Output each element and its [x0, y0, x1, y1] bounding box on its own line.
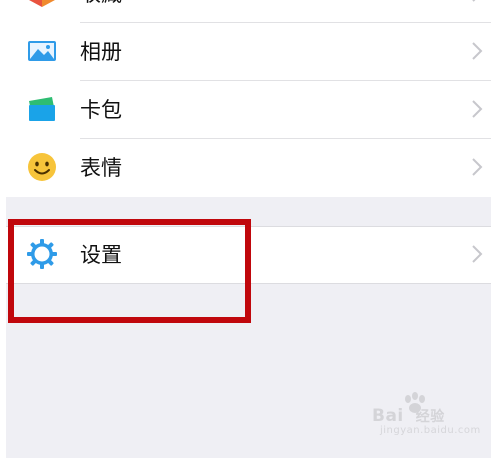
menu-item-stickers[interactable]: 表情 — [6, 138, 491, 196]
chevron-right-icon — [472, 0, 476, 2]
menu-item-card-wallet[interactable]: 卡包 — [6, 80, 491, 138]
baidu-paw-logo — [405, 392, 425, 413]
settings-group: 设置 — [6, 226, 491, 284]
photo-album-icon — [28, 41, 56, 61]
favorites-cube-icon — [29, 0, 55, 7]
menu-item-label: 卡包 — [80, 98, 122, 122]
settings-gear-icon — [27, 239, 57, 269]
menu-item-favorites[interactable]: 收藏 — [6, 0, 491, 22]
smiley-face-icon — [28, 153, 56, 181]
menu-item-photos[interactable]: 相册 — [6, 22, 491, 80]
menu-item-settings[interactable]: 设置 — [6, 226, 491, 282]
baidu-jingyan-watermark: Bai 经验 jingyan.baidu.com — [372, 392, 480, 436]
chevron-right-icon — [472, 245, 483, 263]
chevron-right-icon — [472, 100, 483, 118]
me-tab-screen: 收藏 相册 卡包 — [0, 0, 491, 458]
watermark-brand: Bai — [372, 406, 404, 426]
menu-item-label: 设置 — [80, 243, 122, 267]
menu-group: 收藏 相册 卡包 — [6, 0, 491, 197]
chevron-right-icon — [472, 42, 483, 60]
chevron-right-icon — [472, 158, 483, 176]
watermark-url: jingyan.baidu.com — [380, 425, 481, 436]
menu-item-label: 表情 — [80, 156, 122, 180]
menu-item-label: 相册 — [80, 40, 122, 64]
card-wallet-icon — [29, 97, 55, 121]
menu-item-label: 收藏 — [80, 0, 122, 8]
